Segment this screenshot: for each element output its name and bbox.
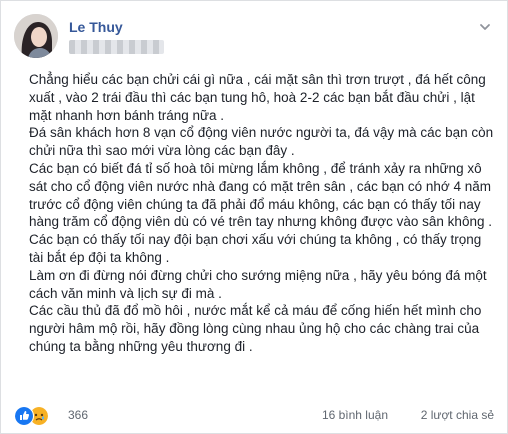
avatar-photo-icon [14,14,58,58]
post-paragraph: Đá sân khách hơn 8 vạn cổ động viên nước… [29,125,494,159]
post-paragraph: Làm ơn đi đừng nói đừng chửi cho sướng m… [29,267,487,301]
comment-count[interactable]: 16 bình luận [322,408,388,422]
chevron-down-icon[interactable] [478,20,492,34]
post-paragraph: Các cầu thủ đã đổ mồ hôi , nước mắt kể c… [29,303,482,354]
share-count[interactable]: 2 lượt chia sẻ [421,408,494,422]
avatar[interactable] [14,14,58,58]
post-paragraph: Các bạn có biết đá tỉ số hoà tôi mừng lắ… [29,160,492,230]
post-paragraph: Chẳng hiểu các bạn chửi cái gì nữa , cái… [29,72,486,123]
post-paragraph: Các bạn có thấy tối nay đội bạn chơi xấu… [29,232,482,265]
post-body: Chẳng hiểu các bạn chửi cái gì nữa , cái… [29,71,497,356]
post-footer: 366 16 bình luận 2 lượt chia sẻ [14,406,498,426]
reaction-count[interactable]: 366 [68,408,88,422]
like-icon [14,406,34,426]
author-name[interactable]: Le Thuy [69,19,123,35]
post-card: Le Thuy Chẳng hiểu các bạn chửi cái gì n… [0,0,508,434]
post-header: Le Thuy [14,14,494,64]
post-meta-redacted [69,40,164,54]
